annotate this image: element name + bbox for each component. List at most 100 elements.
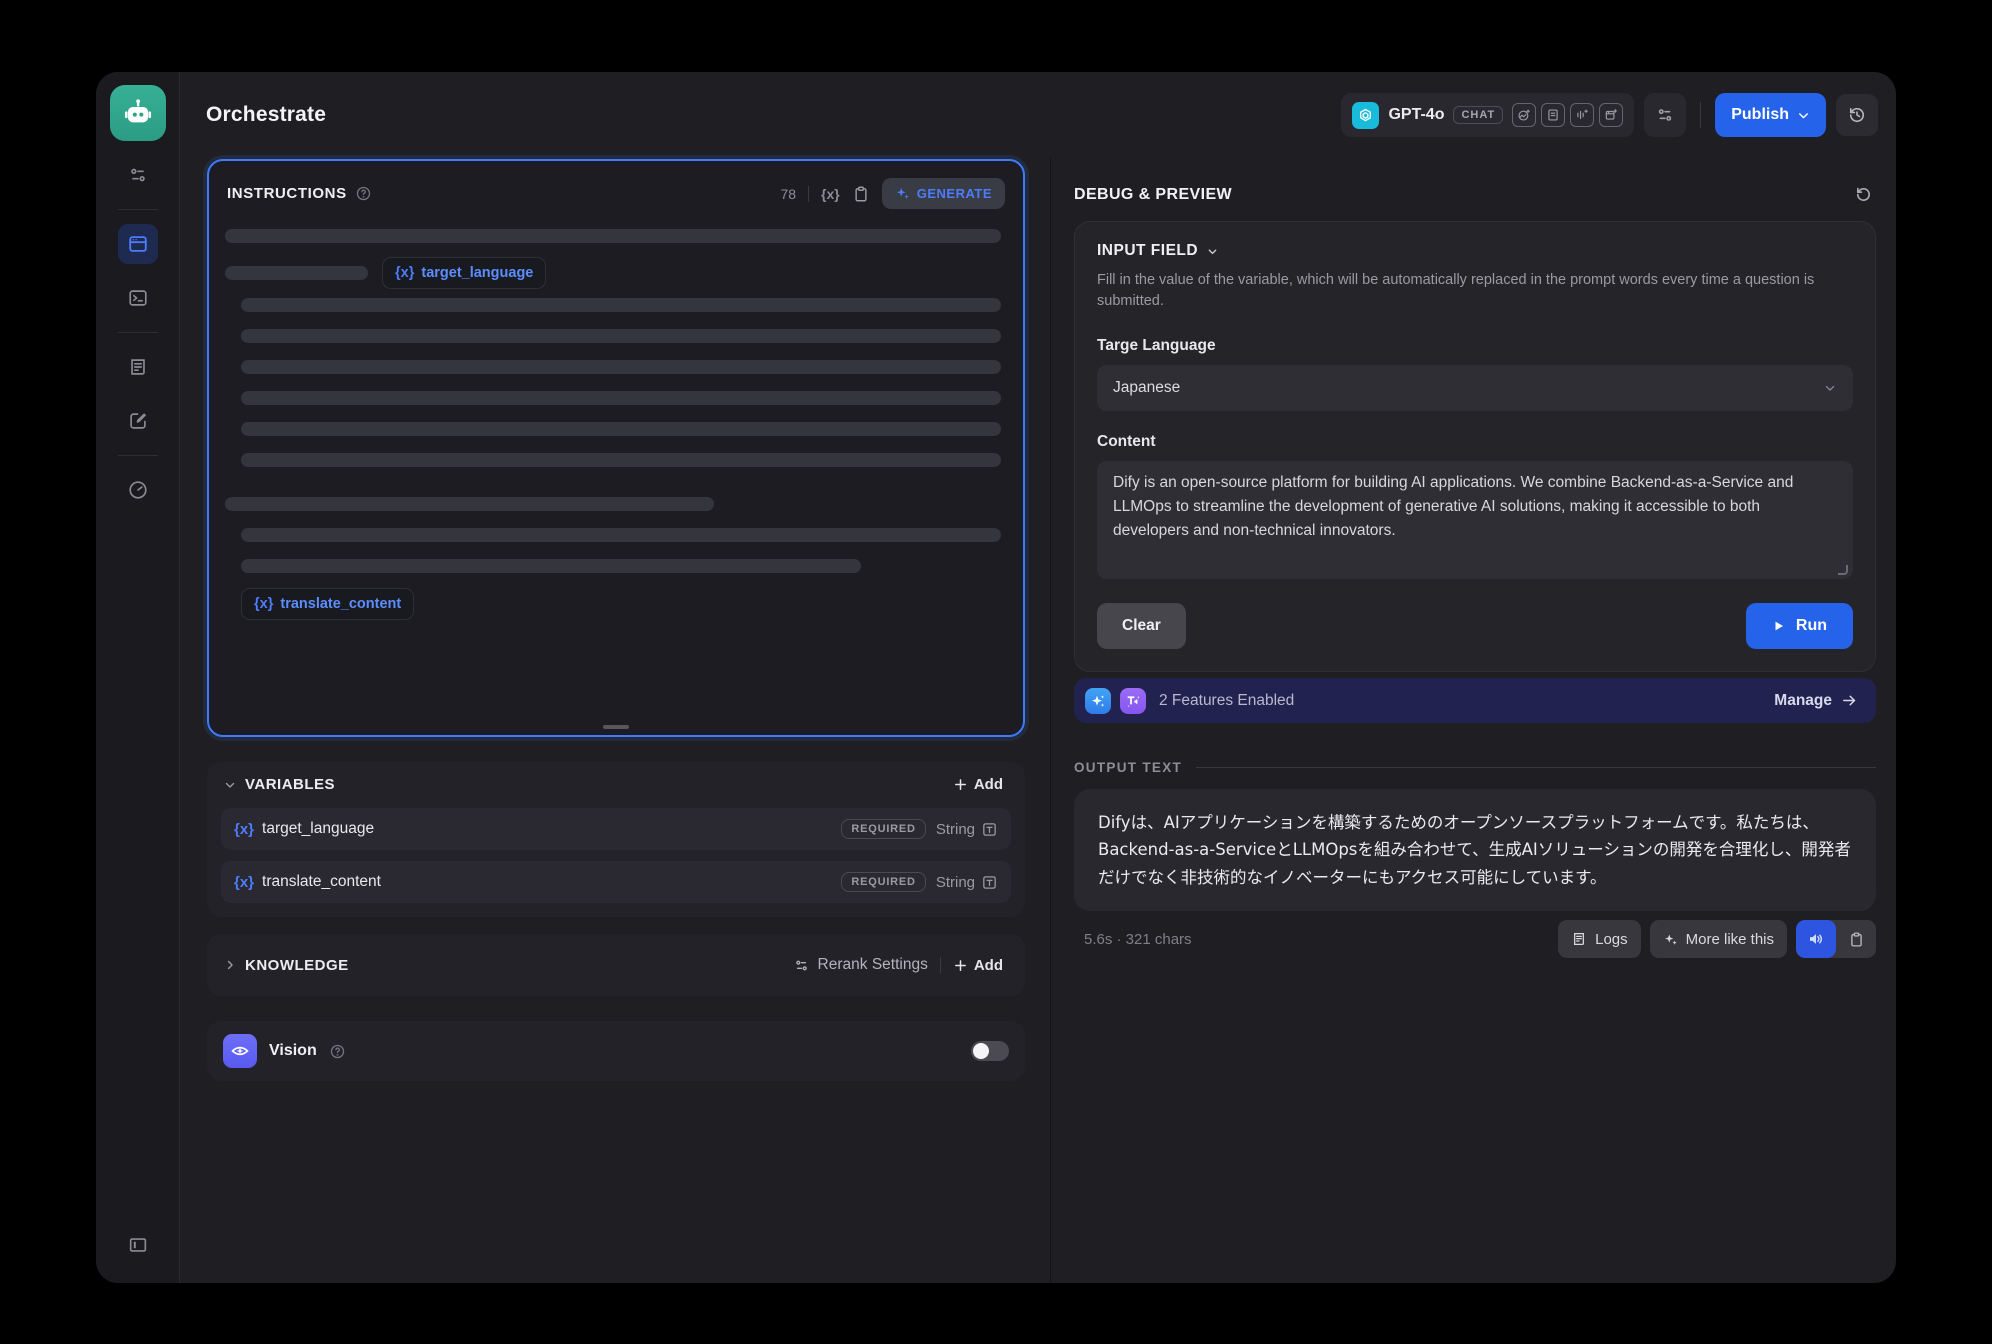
sidebar	[96, 72, 180, 1283]
publish-button[interactable]: Publish	[1715, 93, 1826, 137]
help-icon[interactable]	[355, 185, 372, 202]
prompt-editor[interactable]: {x} target_language	[209, 209, 1023, 620]
collapse-panel-icon	[127, 1234, 149, 1256]
more-like-this-button[interactable]: More like this	[1650, 920, 1787, 958]
rerank-label: Rerank Settings	[818, 956, 928, 974]
vision-toggle[interactable]	[971, 1041, 1009, 1061]
window-icon	[127, 233, 149, 255]
play-audio-button[interactable]	[1796, 920, 1836, 958]
char-count: 78	[780, 186, 796, 202]
sidebar-item-terminal[interactable]	[118, 278, 158, 318]
redacted-text-line	[241, 422, 1001, 436]
variable-chip-label: translate_content	[280, 596, 401, 612]
sliders-icon	[127, 164, 149, 186]
terminal-icon	[127, 287, 149, 309]
copy-button[interactable]	[852, 185, 870, 203]
sliders-icon	[1655, 105, 1675, 125]
robot-icon	[122, 97, 154, 129]
redacted-text-line	[225, 266, 368, 280]
sliders-icon	[793, 957, 810, 974]
chevron-down-icon	[1823, 381, 1837, 395]
logs-button[interactable]: Logs	[1558, 920, 1641, 958]
clipboard-icon	[852, 185, 870, 203]
variable-row[interactable]: {x} target_language REQUIRED String	[221, 808, 1011, 850]
output-card: Difyは、AIアプリケーションを構築するためのオープンソースプラットフォームで…	[1074, 789, 1876, 911]
input-field-header[interactable]: INPUT FIELD	[1097, 242, 1853, 260]
variables-section: VARIABLES Add {x} target_language	[207, 762, 1025, 917]
redacted-text-line	[225, 497, 714, 511]
variables-title: VARIABLES	[245, 776, 335, 793]
redacted-text-line	[225, 229, 1001, 243]
model-mode-badge: CHAT	[1453, 106, 1503, 124]
content-textarea[interactable]: Dify is an open-source platform for buil…	[1097, 461, 1853, 579]
content-label: Content	[1097, 433, 1853, 451]
speaker-icon	[1807, 930, 1825, 948]
top-header: Orchestrate GPT-4o CHAT	[180, 72, 1896, 158]
restart-button[interactable]	[1853, 184, 1874, 205]
redacted-text-line	[241, 298, 1001, 312]
sidebar-item-monitoring[interactable]	[118, 470, 158, 510]
add-label: Add	[974, 776, 1003, 793]
required-badge: REQUIRED	[841, 819, 925, 839]
audio-capability-icon	[1570, 103, 1594, 127]
video-capability-icon	[1599, 103, 1623, 127]
sidebar-item-orchestrate[interactable]	[118, 224, 158, 264]
add-knowledge-button[interactable]: Add	[953, 957, 1003, 974]
variable-name: target_language	[262, 820, 374, 838]
variable-chip-target-language[interactable]: {x} target_language	[382, 257, 546, 289]
selected-language: Japanese	[1113, 379, 1180, 397]
variable-row[interactable]: {x} translate_content REQUIRED String	[221, 861, 1011, 903]
run-button[interactable]: Run	[1746, 603, 1853, 649]
model-selector[interactable]: GPT-4o CHAT	[1341, 93, 1634, 137]
brace-icon: {x}	[395, 265, 414, 281]
openai-logo	[1352, 102, 1379, 129]
orchestrate-pane: INSTRUCTIONS 78 {x}	[180, 158, 1050, 1283]
features-bar[interactable]: 2 Features Enabled Manage	[1074, 678, 1876, 723]
string-type-icon[interactable]	[981, 821, 998, 838]
input-field-title: INPUT FIELD	[1097, 242, 1198, 260]
edit-icon	[127, 410, 149, 432]
refresh-icon	[1853, 184, 1874, 205]
instructions-panel[interactable]: INSTRUCTIONS 78 {x}	[207, 159, 1025, 737]
clear-label: Clear	[1122, 617, 1161, 635]
required-badge: REQUIRED	[841, 872, 925, 892]
gauge-icon	[127, 479, 149, 501]
history-button[interactable]	[1836, 94, 1878, 136]
vision-label: Vision	[269, 1042, 317, 1060]
target-language-select[interactable]: Japanese	[1097, 365, 1853, 411]
help-icon[interactable]	[329, 1043, 346, 1060]
clear-button[interactable]: Clear	[1097, 603, 1186, 649]
variable-chip-label: target_language	[421, 265, 533, 281]
copy-output-button[interactable]	[1836, 920, 1876, 958]
sidebar-divider	[118, 209, 158, 210]
chevron-down-icon[interactable]	[223, 778, 237, 792]
sidebar-item-settings[interactable]	[118, 155, 158, 195]
resize-corner-icon[interactable]	[1838, 565, 1848, 575]
target-language-label: Targe Language	[1097, 337, 1853, 355]
sparkles-icon	[1663, 932, 1678, 947]
generate-button[interactable]: GENERATE	[882, 178, 1005, 209]
rerank-settings-button[interactable]: Rerank Settings	[793, 956, 928, 974]
chevron-right-icon[interactable]	[223, 958, 237, 972]
sidebar-item-annotation[interactable]	[118, 401, 158, 441]
string-type-icon[interactable]	[981, 874, 998, 891]
manage-features-button[interactable]: Manage	[1774, 692, 1858, 710]
app-window: Orchestrate GPT-4o CHAT	[96, 72, 1896, 1283]
app-logo[interactable]	[110, 85, 166, 141]
publish-label: Publish	[1731, 106, 1789, 124]
input-field-description: Fill in the value of the variable, which…	[1097, 270, 1853, 312]
collapse-sidebar-button[interactable]	[118, 1225, 158, 1265]
variable-chip-translate-content[interactable]: {x} translate_content	[241, 588, 414, 620]
sidebar-item-logs[interactable]	[118, 347, 158, 387]
model-parameters-button[interactable]	[1644, 93, 1686, 137]
output-divider	[1196, 767, 1876, 768]
insert-variable-button[interactable]: {x}	[821, 186, 840, 202]
add-variable-button[interactable]: Add	[953, 776, 1003, 793]
more-like-this-label: More like this	[1686, 931, 1774, 948]
resize-handle[interactable]	[603, 725, 629, 729]
logs-label: Logs	[1595, 931, 1628, 948]
separator	[808, 186, 809, 202]
separator	[940, 957, 941, 973]
type-label: String	[936, 821, 975, 838]
text-to-speech-feature-icon	[1120, 688, 1146, 714]
